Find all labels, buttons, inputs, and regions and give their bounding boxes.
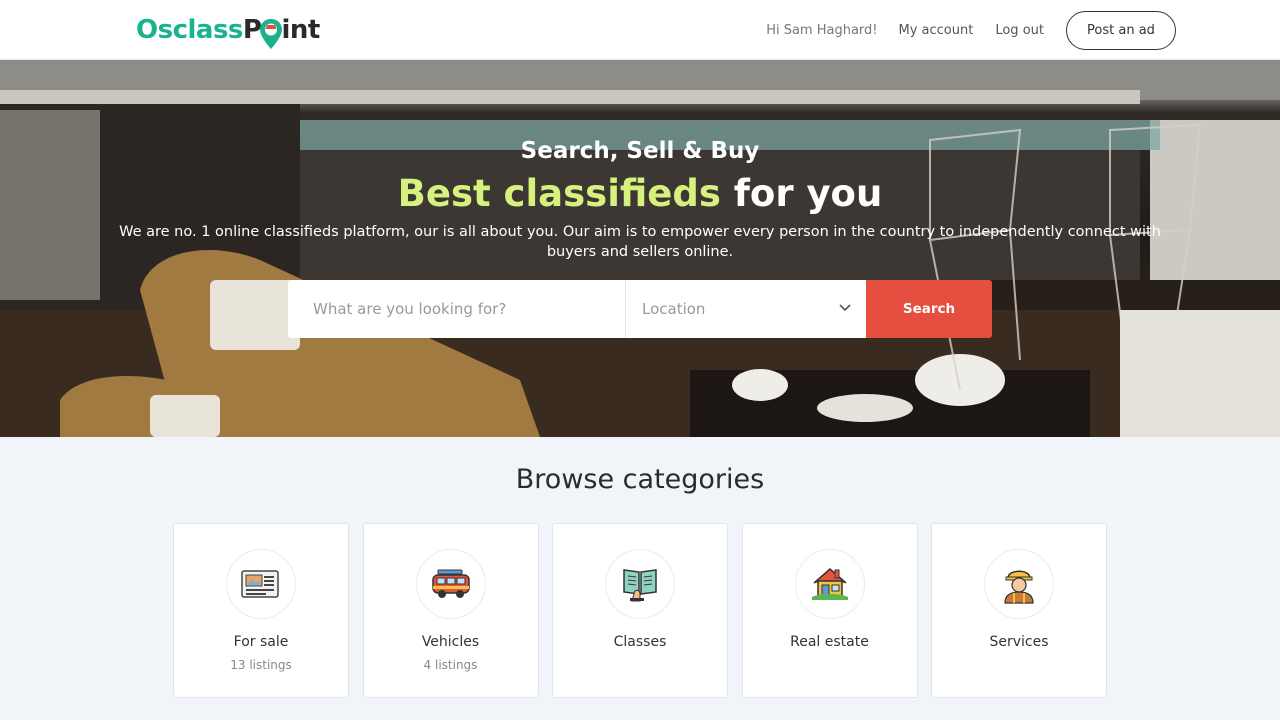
header-nav: Hi Sam Haghard! My account Log out Post … bbox=[766, 10, 1176, 50]
my-account-link[interactable]: My account bbox=[899, 23, 974, 38]
category-card-for-sale[interactable]: For sale 13 listings bbox=[173, 523, 349, 698]
location-select[interactable]: Location bbox=[625, 280, 866, 338]
category-count: 4 listings bbox=[423, 658, 478, 672]
hero-title: Best classifieds for you bbox=[0, 172, 1280, 215]
location-select-label: Location bbox=[642, 300, 706, 318]
hero-subtitle: Search, Sell & Buy bbox=[520, 138, 760, 164]
category-count: 13 listings bbox=[230, 658, 292, 672]
logo-text-part1: Osclass bbox=[136, 15, 243, 45]
hero-title-highlight: Best classifieds bbox=[397, 172, 721, 215]
category-name: Real estate bbox=[790, 634, 869, 650]
category-card-vehicles[interactable]: Vehicles 4 listings bbox=[362, 523, 539, 698]
site-logo[interactable]: Osclass P int bbox=[136, 12, 320, 50]
browse-categories-title: Browse categories bbox=[515, 464, 765, 495]
category-card-classes[interactable]: Classes bbox=[552, 523, 728, 698]
worker-icon bbox=[984, 549, 1054, 619]
user-greeting: Hi Sam Haghard! bbox=[766, 22, 878, 38]
post-ad-button[interactable]: Post an ad bbox=[1066, 10, 1176, 50]
category-card-real-estate[interactable]: Real estate bbox=[741, 523, 918, 698]
search-input[interactable] bbox=[288, 280, 625, 338]
site-header: Osclass P int Hi Sam Haghard! My account… bbox=[0, 0, 1280, 60]
category-name: Services bbox=[989, 634, 1049, 650]
hero-description: We are no. 1 online classifieds platform… bbox=[119, 224, 1161, 260]
category-name: For sale bbox=[233, 634, 289, 650]
map-pin-icon bbox=[259, 18, 283, 50]
hero-title-rest: for you bbox=[733, 172, 883, 215]
category-name: Vehicles bbox=[421, 634, 480, 650]
search-bar: Location Search bbox=[288, 280, 992, 338]
category-list: For sale 13 listings Vehicles 4 listings bbox=[173, 523, 1107, 698]
hero-banner: Search, Sell & Buy Best classifieds for … bbox=[0, 60, 1280, 437]
newspaper-icon bbox=[226, 549, 296, 619]
chevron-down-icon bbox=[839, 304, 851, 312]
category-card-services[interactable]: Services bbox=[931, 523, 1107, 698]
logo-text-part3: int bbox=[281, 15, 320, 45]
log-out-link[interactable]: Log out bbox=[995, 23, 1044, 38]
book-icon bbox=[605, 549, 675, 619]
van-icon bbox=[415, 549, 486, 619]
search-button[interactable]: Search bbox=[866, 280, 992, 338]
house-icon bbox=[794, 549, 865, 619]
category-name: Classes bbox=[613, 634, 667, 650]
